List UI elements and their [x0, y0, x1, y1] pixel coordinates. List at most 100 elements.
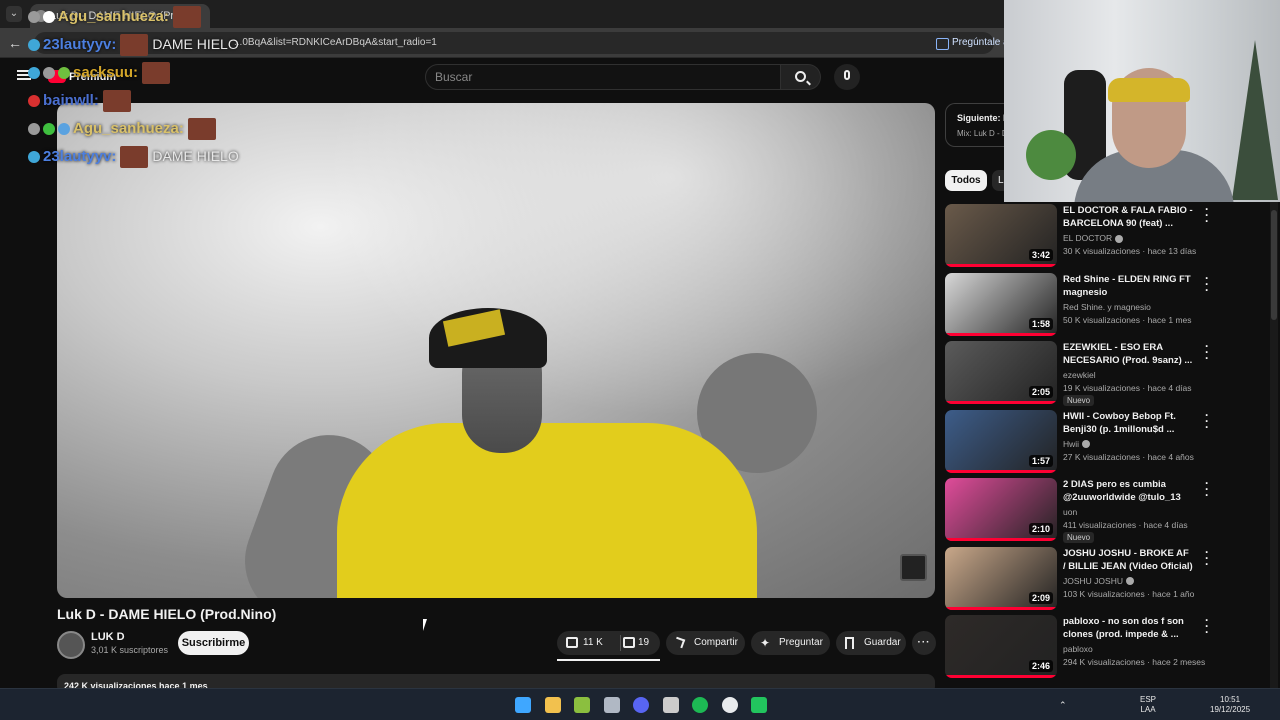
recommendation-title[interactable]: pabloxo - no son dos f son clones (prod.…	[1063, 615, 1193, 641]
recommendation-item[interactable]: 1:57 HWII - Cowboy Bebop Ft. Benji30 (p. …	[945, 409, 1265, 476]
recommendation-item[interactable]: 2:46 pabloxo - no son dos f son clones (p…	[945, 614, 1265, 681]
recommendation-thumbnail[interactable]: 2:46	[945, 615, 1057, 678]
recommendation-thumbnail[interactable]: 3:42	[945, 204, 1057, 267]
scrollbar-thumb[interactable]	[1271, 210, 1277, 320]
webcam-headband	[1108, 78, 1190, 102]
spotify-icon[interactable]	[692, 697, 708, 713]
new-badge: Nuevo	[1063, 532, 1095, 543]
recommendation-item[interactable]: 1:58 Red Shine - ELDEN RING FT magnesio Re…	[945, 272, 1265, 339]
chat-line: Agu_sanhueza:	[28, 118, 220, 140]
recommendation-channel[interactable]: Red Shine. y magnesio	[1063, 302, 1151, 312]
voice-search-button[interactable]	[834, 64, 860, 90]
recommendation-thumbnail[interactable]: 2:10	[945, 478, 1057, 541]
chip-all[interactable]: Todos	[945, 170, 987, 191]
up-next-subtitle: Mix: Luk D - D	[957, 129, 1005, 138]
watch-progress-bar	[945, 675, 1057, 678]
clock[interactable]: 10:51 19/12/2025	[1210, 695, 1250, 715]
tray-overflow-icon[interactable]: ⌃	[1059, 700, 1067, 710]
share-button[interactable]: Compartir	[666, 631, 745, 655]
kick-icon[interactable]	[751, 697, 767, 713]
recommendation-title[interactable]: HWII - Cowboy Bebop Ft. Benji30 (p. 1mil…	[1063, 410, 1193, 436]
recommendation-channel[interactable]: EL DOCTOR	[1063, 233, 1124, 243]
subscribe-button[interactable]: Suscribirme	[178, 631, 249, 655]
recommendation-thumbnail[interactable]: 1:58	[945, 272, 1057, 336]
recommendation-thumbnail[interactable]: 2:05	[945, 341, 1057, 404]
chat-emote-icon	[102, 90, 131, 112]
more-options-icon[interactable]: · · ·	[1203, 546, 1211, 570]
recommendation-item[interactable]: 2:05 EZEWKIEL - ESO ERA NECESARIO (Prod. …	[945, 340, 1265, 407]
recommendation-channel[interactable]: ezewkiel	[1063, 370, 1096, 380]
recommendation-meta: 27 K visualizaciones · hace 4 años	[1063, 451, 1194, 462]
recommendation-title[interactable]: EL DOCTOR & FALA FABIO - BARCELONA 90 (f…	[1063, 204, 1193, 230]
more-options-icon[interactable]: · · ·	[1203, 614, 1211, 638]
up-next-panel[interactable]: Siguiente: E Mix: Luk D - D	[945, 103, 1005, 147]
recommendation-item[interactable]: 2:09 JOSHU JOSHU - BROKE AF / BILLIE JEAN…	[945, 546, 1265, 613]
recommendation-title[interactable]: EZEWKIEL - ESO ERA NECESARIO (Prod. 9san…	[1063, 341, 1193, 367]
minecraft-icon[interactable]	[574, 697, 590, 713]
chat-badge-icon	[43, 123, 55, 135]
search-icon	[795, 71, 806, 82]
more-options-icon[interactable]: · · ·	[1203, 340, 1211, 364]
recommendation-thumbnail[interactable]: 1:57	[945, 409, 1057, 473]
webcam-plush-toy	[1026, 130, 1076, 180]
video-duration: 2:09	[1028, 591, 1053, 604]
search-input[interactable]: Buscar	[425, 64, 781, 90]
ask-button[interactable]: ✦ Preguntar	[751, 631, 830, 655]
file-explorer-icon[interactable]	[544, 697, 561, 713]
recommendation-meta: 294 K visualizaciones · hace 2 meses	[1063, 657, 1206, 667]
like-icon[interactable]	[566, 637, 578, 648]
webcam-christmas-tree	[1232, 40, 1278, 200]
channel-name-text: JOSHU JOSHU	[1063, 575, 1123, 586]
up-next-label: Siguiente: E	[957, 113, 1005, 123]
ask-gemini-button[interactable]: Pregúntale a	[936, 34, 1009, 52]
chat-emote-icon	[142, 62, 171, 84]
discord-icon[interactable]	[633, 697, 649, 713]
recommendation-channel[interactable]: pabloxo	[1063, 644, 1093, 654]
watch-progress-bar	[945, 401, 1057, 404]
chrome-icon[interactable]	[721, 697, 738, 713]
video-player[interactable]	[57, 103, 935, 598]
recommendation-thumbnail[interactable]: 2:09	[945, 546, 1057, 610]
chat-badge-icon	[28, 67, 40, 79]
more-options-icon[interactable]: · · ·	[1203, 203, 1211, 227]
chat-line: sacksuu:	[28, 62, 174, 84]
channel-name[interactable]: LUK D	[91, 631, 125, 643]
dislike-count[interactable]: 19	[638, 631, 649, 655]
recommendation-channel[interactable]: uon	[1063, 507, 1077, 517]
recommendation-title[interactable]: JOSHU JOSHU - BROKE AF / BILLIE JEAN (Vi…	[1063, 547, 1193, 573]
verified-icon	[1125, 577, 1134, 586]
like-count[interactable]: 11 K	[583, 631, 603, 655]
start-button-icon[interactable]	[515, 697, 531, 713]
recommendation-item[interactable]: 2:10 2 DIAS pero es cumbia @2uuworldwide …	[945, 477, 1265, 544]
chat-badge-icon	[28, 95, 40, 107]
dislike-icon[interactable]	[623, 637, 635, 648]
more-actions-button[interactable]: ···	[912, 631, 936, 655]
recommendation-channel[interactable]: JOSHU JOSHU	[1063, 576, 1134, 586]
channel-avatar[interactable]	[57, 631, 85, 659]
recommendation-item[interactable]: 3:42 EL DOCTOR & FALA FABIO - BARCELONA 9…	[945, 203, 1265, 270]
chat-username: sacksuu:	[73, 63, 139, 81]
more-options-icon[interactable]: · · ·	[1203, 477, 1211, 501]
steam-icon[interactable]	[603, 697, 620, 713]
language-indicator[interactable]: ESP LAA	[1140, 695, 1156, 715]
sparkle-icon: ✦	[760, 636, 771, 650]
recommendation-channel[interactable]: Hwii	[1063, 439, 1091, 449]
back-arrow-icon[interactable]: ←	[6, 34, 24, 52]
search-button[interactable]	[781, 64, 821, 90]
save-button[interactable]: Guardar	[836, 631, 906, 655]
chat-emote-icon	[172, 6, 201, 28]
tab-list-button[interactable]: ⌄	[6, 6, 22, 22]
chat-line: bainwll:	[28, 90, 135, 112]
more-options-icon[interactable]: · · ·	[1203, 409, 1211, 433]
sidebar-scrollbar[interactable]	[1270, 202, 1278, 688]
video-duration: 2:05	[1028, 386, 1053, 398]
watch-progress-bar	[945, 264, 1057, 267]
channel-watermark[interactable]	[900, 554, 927, 581]
verified-icon	[1082, 440, 1091, 449]
recommendation-title[interactable]: 2 DIAS pero es cumbia @2uuworldwide @tul…	[1063, 478, 1193, 504]
recommendation-title[interactable]: Red Shine - ELDEN RING FT magnesio	[1063, 273, 1193, 299]
obs-icon[interactable]	[662, 697, 679, 713]
chat-badge-icon	[58, 67, 70, 79]
chat-emote-icon	[187, 118, 216, 140]
more-options-icon[interactable]: · · ·	[1203, 272, 1211, 296]
